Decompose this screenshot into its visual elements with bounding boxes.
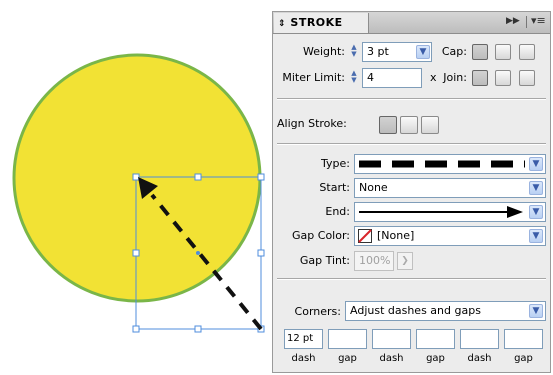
cap-label: Cap:: [441, 45, 467, 58]
gap-1-label: gap: [338, 353, 357, 364]
gap-tint-value: 100%: [359, 254, 391, 267]
weight-label: Weight:: [302, 45, 345, 58]
bevel-join-button[interactable]: [519, 70, 535, 86]
gap-color-value: [None]: [377, 229, 415, 242]
start-dropdown[interactable]: None: [354, 178, 546, 198]
gap-2-field[interactable]: [416, 329, 455, 349]
weight-dropdown-icon[interactable]: ▼: [416, 45, 430, 59]
dash-3-field[interactable]: [460, 329, 499, 349]
gap-tint-label: Gap Tint:: [299, 254, 350, 267]
round-cap-button[interactable]: [495, 44, 511, 60]
start-label: Start:: [319, 181, 350, 194]
round-join-button[interactable]: [495, 70, 511, 86]
align-outside-button[interactable]: [421, 116, 439, 134]
corners-value: Adjust dashes and gaps: [350, 304, 481, 317]
panel-tab-bar: ⇕ STROKE ▶▶ ▾≡: [273, 12, 550, 34]
dash-1-label: dash: [291, 353, 316, 364]
type-label: Type:: [321, 157, 350, 170]
gap-2-label: gap: [426, 353, 445, 364]
miter-limit-label: Miter Limit:: [282, 71, 345, 84]
dash-3-label: dash: [467, 353, 492, 364]
weight-value: 3 pt: [367, 45, 389, 58]
align-stroke-label: Align Stroke:: [277, 117, 347, 130]
dash-2-label: dash: [379, 353, 404, 364]
gap-color-dropdown-icon[interactable]: ▼: [529, 229, 543, 243]
gap-tint-slider-icon[interactable]: ❯: [397, 252, 413, 270]
dash-1-field[interactable]: 12 pt: [284, 329, 323, 349]
none-swatch-icon: [358, 229, 372, 243]
gap-3-field[interactable]: [504, 329, 543, 349]
join-label: Join:: [443, 71, 467, 84]
separator: [277, 278, 546, 280]
start-dropdown-icon[interactable]: ▼: [529, 181, 543, 195]
projecting-cap-button[interactable]: [519, 44, 535, 60]
double-arrow-icon: ⇕: [278, 19, 287, 29]
type-dropdown-icon[interactable]: ▼: [529, 157, 543, 171]
gap-color-dropdown[interactable]: [None]: [354, 226, 546, 246]
gap-color-label: Gap Color:: [292, 229, 350, 242]
corners-dropdown[interactable]: Adjust dashes and gaps: [345, 301, 546, 321]
align-inside-button[interactable]: [400, 116, 418, 134]
collapse-panel-icon[interactable]: ▶▶: [506, 16, 520, 26]
corners-dropdown-icon[interactable]: ▼: [529, 304, 543, 318]
end-dropdown-icon[interactable]: ▼: [529, 205, 543, 219]
start-value: None: [359, 181, 388, 194]
miter-stepper[interactable]: ▲ ▼: [348, 69, 360, 85]
dash-2-field[interactable]: [372, 329, 411, 349]
miter-unit: x: [430, 71, 437, 84]
panel-divider: [526, 16, 527, 28]
corners-label: Corners:: [294, 305, 341, 318]
type-dropdown[interactable]: [354, 154, 546, 174]
dashed-line-preview: [359, 160, 525, 168]
center-point: [196, 251, 200, 255]
arrow-line-preview: [359, 206, 523, 218]
separator: [277, 98, 546, 100]
miter-limit-value: 4: [367, 71, 374, 84]
separator: [277, 143, 546, 145]
stroke-panel: ⇕ STROKE ▶▶ ▾≡ Weight: ▲ ▼ 3 pt ▼ Cap: Mi…: [272, 11, 551, 373]
end-label: End:: [325, 205, 350, 218]
panel-title: STROKE: [290, 16, 343, 29]
butt-cap-button[interactable]: [472, 44, 488, 60]
miter-join-button[interactable]: [472, 70, 488, 86]
panel-menu-icon[interactable]: ▾≡: [531, 14, 546, 27]
weight-stepper[interactable]: ▲ ▼: [348, 43, 360, 59]
end-dropdown[interactable]: [354, 202, 546, 222]
gap-1-field[interactable]: [328, 329, 367, 349]
miter-limit-field[interactable]: 4: [362, 68, 422, 88]
gap-3-label: gap: [514, 353, 533, 364]
stroke-tab[interactable]: ⇕ STROKE: [274, 13, 369, 33]
gap-tint-field[interactable]: 100%: [354, 251, 394, 271]
align-center-button[interactable]: [379, 116, 397, 134]
